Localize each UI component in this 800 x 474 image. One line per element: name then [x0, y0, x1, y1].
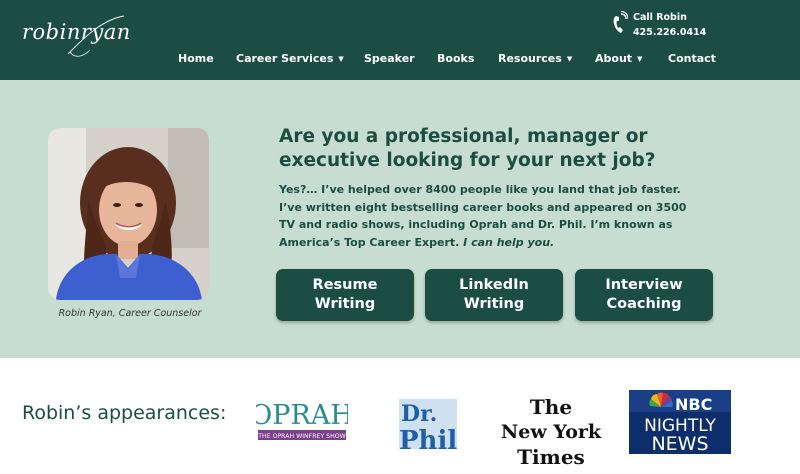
- nav-contact[interactable]: Contact: [668, 52, 716, 65]
- phone-number[interactable]: 425.226.0414: [633, 27, 706, 38]
- photo-caption: Robin Ryan, Career Counselor: [58, 308, 202, 319]
- robin-ryan-photo: [48, 128, 209, 300]
- chevron-down-icon: ▼: [566, 55, 573, 63]
- chevron-down-icon: ▼: [338, 55, 344, 63]
- svg-text:Phil: Phil: [399, 426, 457, 453]
- linkedin-writing-button[interactable]: LinkedIn Writing: [425, 269, 563, 321]
- svg-text:NBC: NBC: [675, 395, 712, 414]
- hero-headline: Are you a professional, manager or execu…: [279, 126, 656, 171]
- svg-text:THE OPRAH WINFREY SHOW: THE OPRAH WINFREY SHOW: [257, 433, 345, 440]
- dr-phil-logo: Dr. Phil: [395, 397, 459, 456]
- svg-text:Times: Times: [517, 445, 585, 469]
- nav-career-services[interactable]: Career Services ▼: [236, 52, 344, 65]
- nav-speaker[interactable]: Speaker: [364, 52, 415, 65]
- oprah-logo: OPRAH THE OPRAH WINFREY SHOW: [250, 396, 354, 442]
- call-label: Call Robin: [633, 12, 687, 23]
- nav-about[interactable]: About ▼: [595, 52, 642, 65]
- nav-resources[interactable]: Resources ▼: [498, 52, 572, 65]
- resume-writing-button[interactable]: Resume Writing: [276, 269, 414, 321]
- nbc-nightly-news-logo: NBC NIGHTLY NEWS: [629, 390, 731, 455]
- svg-text:New York: New York: [501, 421, 602, 443]
- svg-text:OPRAH: OPRAH: [256, 400, 348, 431]
- new-york-times-logo: The New York Times: [500, 392, 602, 472]
- interview-coaching-button[interactable]: Interview Coaching: [575, 269, 713, 321]
- svg-text:NEWS: NEWS: [651, 433, 708, 454]
- hero-body-text: Yes?… I’ve helped over 8400 people like …: [279, 183, 687, 249]
- nav-books[interactable]: Books: [437, 52, 474, 65]
- nav-home[interactable]: Home: [178, 52, 214, 65]
- site-header: robinryan Call Robin 425.226.0414 Home C…: [0, 0, 800, 80]
- svg-text:Dr.: Dr.: [401, 401, 437, 427]
- logo-swoosh-icon: [67, 15, 125, 57]
- appearances-label: Robin’s appearances:: [22, 402, 227, 424]
- svg-text:The: The: [530, 395, 572, 419]
- phone-icon: [613, 11, 628, 33]
- hero-section: Robin Ryan, Career Counselor Are you a p…: [0, 80, 800, 358]
- chevron-down-icon: ▼: [637, 55, 643, 63]
